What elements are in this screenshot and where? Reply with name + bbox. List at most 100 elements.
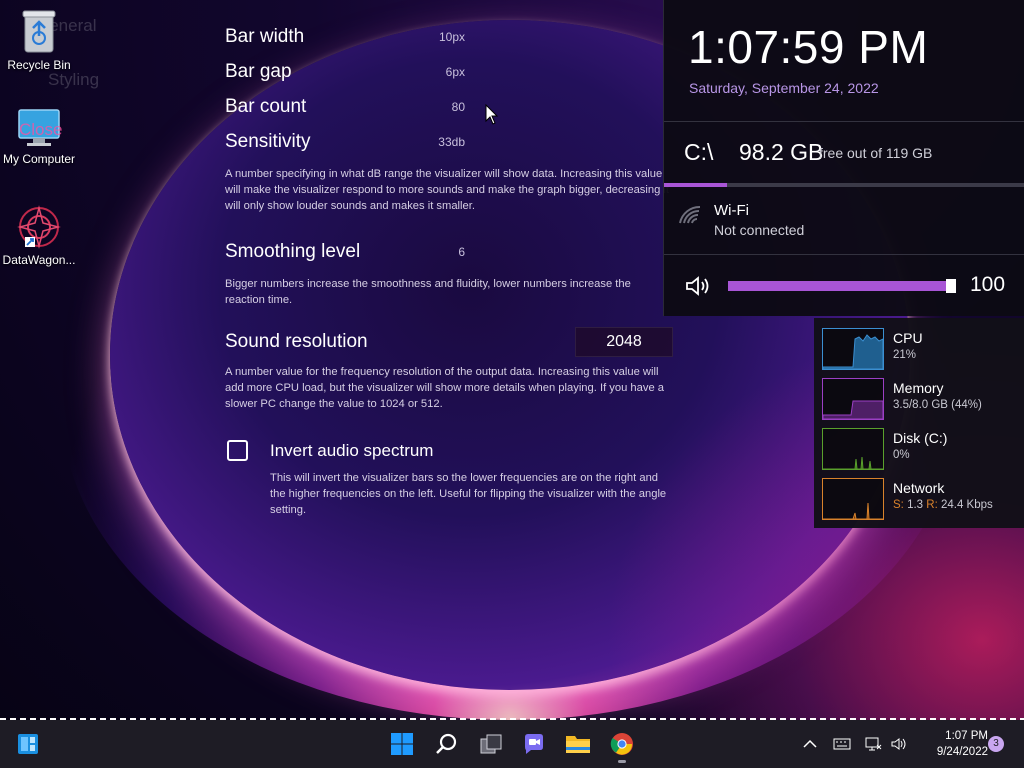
- clock-date: Saturday, September 24, 2022: [689, 80, 879, 96]
- setting-label: Sound resolution: [225, 331, 368, 352]
- wifi-status: Not connected: [714, 222, 805, 238]
- divider: [664, 121, 1024, 122]
- setting-description: Bigger numbers increase the smoothness a…: [225, 278, 631, 306]
- network-recv-value: 24.4 Kbps: [940, 499, 993, 511]
- setting-bar-width[interactable]: Bar width 10px: [225, 26, 465, 54]
- invert-spectrum-label[interactable]: Invert audio spectrum: [270, 441, 433, 461]
- desktop-icon-datawagon[interactable]: DataWagon...: [0, 205, 78, 267]
- desktop-icon-label: Recycle Bin: [7, 58, 71, 72]
- taskbar: 1:07 PM 9/24/2022 3: [0, 720, 1024, 768]
- keyboard-button[interactable]: [828, 728, 856, 760]
- volume-slider-fill: [728, 281, 956, 291]
- keyboard-icon: [833, 738, 851, 750]
- setting-label: Bar count: [225, 96, 307, 117]
- visualizer-settings-panel: Bar width 10px Bar gap 6px Bar count 80 …: [225, 0, 675, 530]
- drive-total-text: free out of 119 GB: [819, 145, 933, 161]
- setting-value[interactable]: 33db: [438, 135, 465, 149]
- search-button[interactable]: [431, 728, 463, 760]
- running-indicator: [618, 760, 626, 763]
- network-send-label: S:: [893, 499, 904, 511]
- perf-item-network[interactable]: Network S: 1.3 R: 24.4 Kbps: [814, 472, 1024, 522]
- ghost-close-label: Close: [19, 120, 63, 139]
- sound-resolution-input[interactable]: 2048: [575, 327, 673, 357]
- setting-label: Sensitivity: [225, 131, 311, 152]
- file-explorer-button[interactable]: [562, 728, 594, 760]
- tray-clock-date[interactable]: 9/24/2022: [908, 746, 988, 758]
- perf-value: 21%: [893, 349, 917, 361]
- setting-description: This will invert the visualizer bars so …: [270, 472, 667, 516]
- system-flyout: 1:07:59 PM Saturday, September 24, 2022 …: [663, 0, 1024, 316]
- perf-value: S: 1.3 R: 24.4 Kbps: [893, 499, 993, 511]
- widgets-button[interactable]: [12, 728, 44, 760]
- desktop-icon-recycle-bin[interactable]: Recycle Bin: [0, 8, 78, 72]
- drive-usage-fill: [664, 183, 728, 187]
- chrome-icon: [610, 733, 633, 755]
- perf-value: 0%: [893, 449, 910, 461]
- network-send-value: 1.3: [907, 499, 924, 511]
- search-icon: [436, 733, 457, 754]
- setting-label: Bar gap: [225, 61, 292, 82]
- tray-clock-time[interactable]: 1:07 PM: [918, 730, 988, 742]
- start-button[interactable]: [386, 728, 418, 760]
- network-tray-button[interactable]: [860, 728, 886, 760]
- setting-description: A number specifying in what dB range the…: [225, 168, 670, 212]
- volume-slider[interactable]: [728, 281, 956, 291]
- desktop-icon-label: DataWagon...: [2, 253, 76, 267]
- invert-spectrum-checkbox[interactable]: [227, 440, 248, 461]
- setting-bar-count[interactable]: Bar count 80: [225, 96, 465, 124]
- setting-label: Bar width: [225, 26, 305, 47]
- volume-value: 100: [970, 273, 1006, 296]
- setting-value[interactable]: 80: [452, 100, 465, 114]
- perf-item-disk[interactable]: Disk (C:) 0%: [814, 422, 1024, 472]
- drive-usage-bar: [664, 183, 1024, 187]
- setting-smoothing-level[interactable]: Smoothing level 6: [225, 241, 465, 269]
- perf-value: 3.5/8.0 GB (44%): [893, 399, 982, 411]
- file-explorer-icon: [566, 736, 590, 753]
- chat-button[interactable]: [518, 728, 550, 760]
- network-recv-label: R:: [926, 499, 938, 511]
- setting-sound-resolution: Sound resolution: [225, 331, 465, 359]
- show-hidden-icons-button[interactable]: [798, 728, 822, 760]
- speaker-icon[interactable]: [684, 274, 712, 298]
- setting-label: Smoothing level: [225, 241, 361, 262]
- perf-name: Memory: [893, 380, 944, 396]
- chevron-up-icon: [803, 739, 817, 748]
- memory-graph: [822, 378, 884, 420]
- perf-name: Network: [893, 480, 945, 496]
- wifi-icon: [679, 205, 701, 224]
- chrome-button[interactable]: [606, 728, 638, 760]
- divider: [664, 254, 1024, 255]
- network-tray-icon: [865, 737, 882, 751]
- cpu-graph: [822, 328, 884, 370]
- start-icon: [391, 733, 413, 755]
- desktop-icon-label: My Computer: [2, 152, 76, 166]
- perf-item-memory[interactable]: Memory 3.5/8.0 GB (44%): [814, 372, 1024, 422]
- volume-slider-thumb[interactable]: [946, 279, 956, 293]
- wifi-title: Wi-Fi: [714, 202, 749, 219]
- setting-value[interactable]: 6px: [446, 65, 465, 79]
- perf-name: Disk (C:): [893, 430, 948, 446]
- drive-free-space: 98.2 GB: [739, 139, 824, 165]
- network-graph: [822, 478, 884, 520]
- drive-letter: C:\: [684, 139, 714, 165]
- ghost-label: Styling: [48, 70, 100, 89]
- volume-tray-icon: [891, 738, 906, 750]
- mouse-cursor-icon: [485, 104, 499, 125]
- perf-item-cpu[interactable]: CPU 21%: [814, 322, 1024, 372]
- perf-name: CPU: [893, 330, 923, 346]
- setting-bar-gap[interactable]: Bar gap 6px: [225, 61, 465, 89]
- disk-graph: [822, 428, 884, 470]
- setting-value[interactable]: 6: [458, 245, 465, 259]
- datawagon-icon: [17, 205, 61, 249]
- task-view-icon: [480, 734, 502, 754]
- widgets-icon: [18, 734, 38, 754]
- chat-icon: [525, 734, 543, 754]
- performance-monitor: CPU 21% Memory 3.5/8.0 GB (44%) Disk (C:…: [814, 318, 1024, 528]
- clock-time: 1:07:59 PM: [688, 21, 929, 73]
- recycle-bin-icon: [22, 10, 56, 53]
- setting-sensitivity[interactable]: Sensitivity 33db: [225, 131, 465, 159]
- task-view-button[interactable]: [475, 728, 507, 760]
- setting-value[interactable]: 10px: [439, 30, 465, 44]
- setting-description: A number value for the frequency resolut…: [225, 366, 665, 410]
- notification-badge[interactable]: 3: [988, 736, 1004, 752]
